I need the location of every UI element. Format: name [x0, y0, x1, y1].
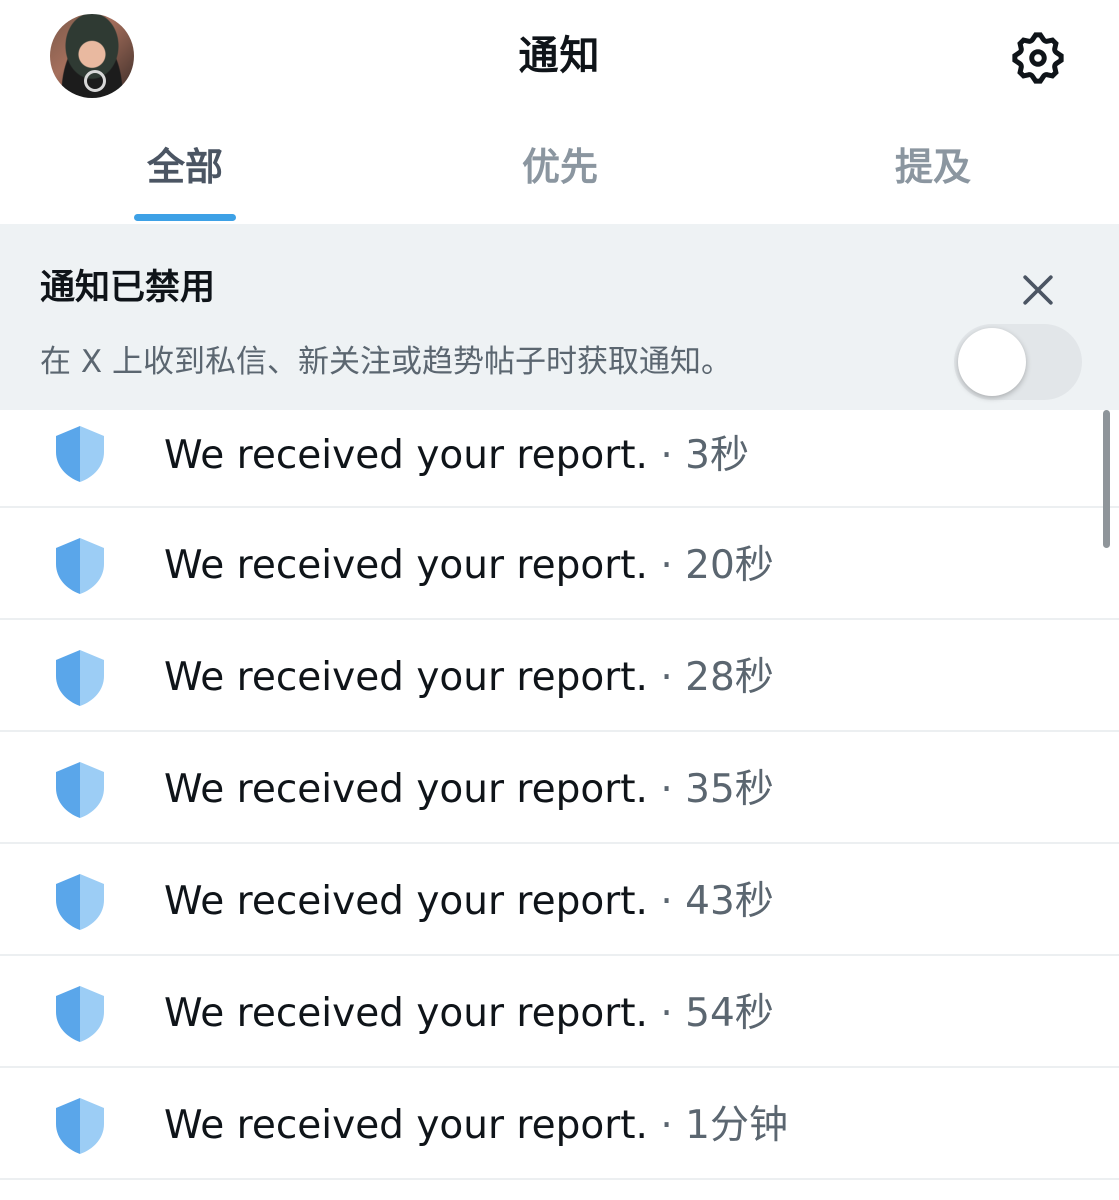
list-item[interactable]: We received your report. · 43秒	[0, 844, 1119, 956]
list-item[interactable]: We received your report. · 35秒	[0, 732, 1119, 844]
list-item[interactable]: We received your report. · 54秒	[0, 956, 1119, 1068]
separator: ·	[647, 543, 686, 588]
shield-icon	[56, 762, 104, 818]
list-item[interactable]: We received your report. · 1分钟	[0, 1068, 1119, 1180]
list-item[interactable]: We received your report. · 20秒	[0, 508, 1119, 620]
notification-text: We received your report. · 54秒	[164, 988, 774, 1040]
notification-message: We received your report.	[164, 767, 648, 812]
separator: ·	[647, 655, 686, 700]
notification-message: We received your report.	[164, 655, 648, 700]
timestamp: 35秒	[685, 767, 774, 812]
banner-description: 在 X 上收到私信、新关注或趋势帖子时获取通知。	[40, 344, 732, 380]
separator: ·	[647, 433, 686, 478]
timestamp: 3秒	[685, 433, 749, 478]
page-title: 通知	[518, 33, 601, 79]
tab-all[interactable]: 全部	[85, 140, 285, 194]
notification-text: We received your report. · 3秒	[164, 430, 749, 482]
separator: ·	[647, 879, 686, 924]
timestamp: 28秒	[685, 655, 774, 700]
toggle-knob	[958, 328, 1026, 396]
shield-icon	[56, 538, 104, 594]
gear-icon[interactable]	[1008, 28, 1068, 88]
notification-message: We received your report.	[164, 543, 648, 588]
notification-message: We received your report.	[164, 1103, 648, 1148]
tab-priority[interactable]: 优先	[460, 140, 660, 194]
shield-icon	[56, 426, 104, 482]
shield-icon	[56, 874, 104, 930]
tab-bar: 全部 优先 提及	[0, 118, 1119, 224]
separator: ·	[647, 1103, 686, 1148]
banner-title: 通知已禁用	[40, 268, 216, 308]
close-icon[interactable]	[1016, 268, 1060, 312]
notification-text: We received your report. · 20秒	[164, 540, 774, 592]
active-tab-indicator	[134, 214, 236, 221]
separator: ·	[647, 767, 686, 812]
shield-icon	[56, 986, 104, 1042]
notification-list: We received your report. · 3秒 We receive…	[0, 410, 1119, 1200]
tab-mentions[interactable]: 提及	[833, 140, 1033, 194]
list-item[interactable]: We received your report. · 3秒	[0, 410, 1119, 508]
list-item[interactable]: We received your report. · 28秒	[0, 620, 1119, 732]
notification-message: We received your report.	[164, 991, 648, 1036]
separator: ·	[647, 991, 686, 1036]
notifications-toggle[interactable]	[954, 324, 1082, 400]
shield-icon	[56, 1098, 104, 1154]
timestamp: 43秒	[685, 879, 774, 924]
notification-text: We received your report. · 43秒	[164, 876, 774, 928]
timestamp: 1分钟	[685, 1103, 788, 1148]
notification-text: We received your report. · 1分钟	[164, 1100, 788, 1152]
notification-text: We received your report. · 35秒	[164, 764, 774, 816]
notification-message: We received your report.	[164, 879, 648, 924]
notifications-screen: 通知 全部 优先 提及 通知已禁用 在 X 上收到私信、新关注或趋势帖子时获取通…	[0, 0, 1119, 1200]
shield-icon	[56, 650, 104, 706]
notification-text: We received your report. · 28秒	[164, 652, 774, 704]
scrollbar[interactable]	[1103, 410, 1110, 548]
timestamp: 20秒	[685, 543, 774, 588]
top-bar: 通知	[0, 0, 1119, 112]
notification-message: We received your report.	[164, 433, 648, 478]
notifications-disabled-banner: 通知已禁用 在 X 上收到私信、新关注或趋势帖子时获取通知。	[0, 224, 1119, 410]
timestamp: 54秒	[685, 991, 774, 1036]
